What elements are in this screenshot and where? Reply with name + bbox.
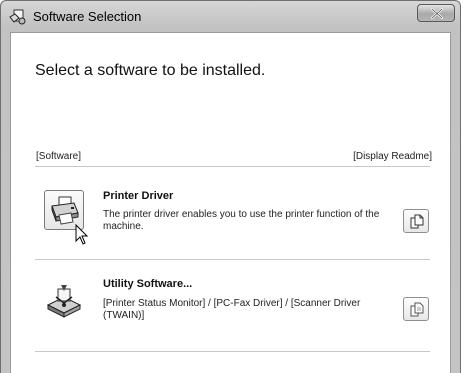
document-icon xyxy=(410,302,424,317)
printer-driver-title[interactable]: Printer Driver xyxy=(103,190,173,202)
utility-software-button[interactable] xyxy=(44,281,84,321)
page-heading: Select a software to be installed. xyxy=(35,62,266,79)
close-button[interactable] xyxy=(417,4,455,22)
divider xyxy=(35,259,430,260)
utility-software-description: [Printer Status Monitor] / [PC-Fax Drive… xyxy=(103,298,361,321)
divider xyxy=(35,166,430,167)
window-title: Software Selection xyxy=(33,9,142,24)
software-selection-window: Software Selection Select a software to … xyxy=(0,0,461,373)
utility-icon xyxy=(46,285,82,318)
readme-column-label: [Display Readme] xyxy=(353,151,432,162)
utility-software-readme-button[interactable] xyxy=(403,297,429,321)
printer-driver-description: The printer driver enables you to use th… xyxy=(103,209,380,232)
title-bar[interactable]: Software Selection xyxy=(1,1,460,33)
software-column-label: [Software] xyxy=(36,151,82,162)
divider xyxy=(35,351,430,352)
client-area: Select a software to be installed. [Soft… xyxy=(10,32,451,373)
mouse-cursor-icon xyxy=(75,223,89,251)
close-icon xyxy=(431,8,443,19)
utility-software-title[interactable]: Utility Software... xyxy=(103,278,192,290)
document-icon xyxy=(410,214,424,229)
setup-icon xyxy=(9,8,27,26)
printer-driver-readme-button[interactable] xyxy=(403,209,429,233)
